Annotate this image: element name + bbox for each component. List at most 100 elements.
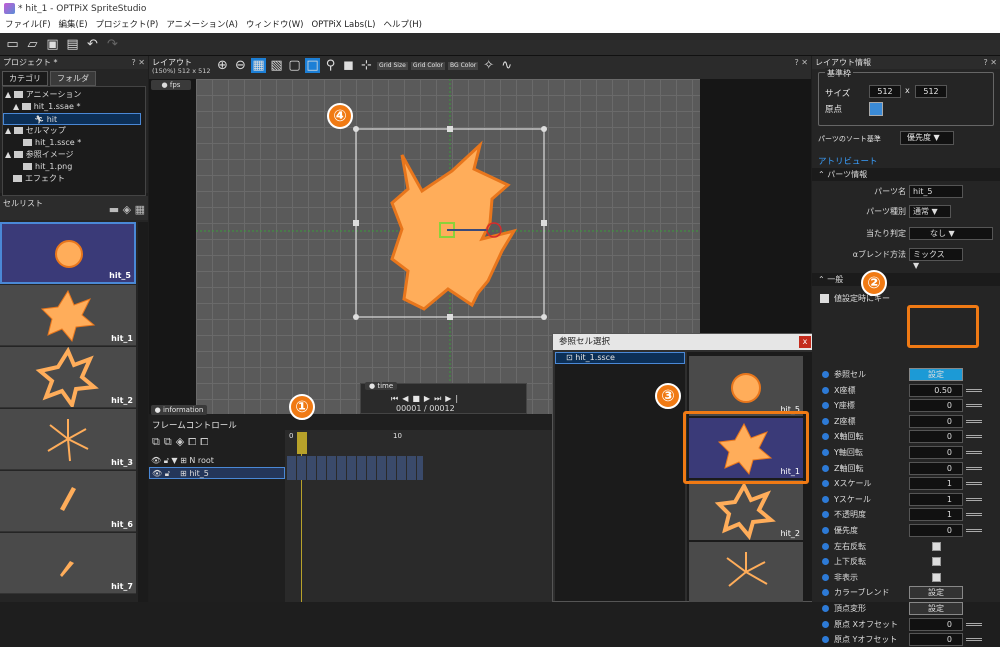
menu-edit[interactable]: 編集(E) [59, 18, 88, 33]
key-dot-icon[interactable] [822, 620, 829, 628]
close-icon[interactable]: x [799, 336, 811, 348]
parts-info-section[interactable]: ⌃ パーツ情報 [812, 168, 1000, 181]
cell-item[interactable]: hit_2 [0, 346, 136, 410]
size-height-input[interactable]: 512 [915, 85, 947, 98]
tab-category[interactable]: カテゴリ [2, 71, 48, 86]
key-dot-icon[interactable] [822, 511, 829, 519]
undo-icon[interactable]: ↶ [85, 37, 100, 52]
frame-icon[interactable]: ▢ [287, 58, 302, 73]
key-dot-icon[interactable] [822, 449, 829, 456]
bg-color-button[interactable]: BG Color [448, 61, 479, 70]
menu-help[interactable]: ヘルプ(H) [383, 18, 422, 33]
origin-icon[interactable]: ⊹ [359, 58, 374, 73]
wave-icon[interactable]: ∿ [499, 58, 514, 73]
curve-icon[interactable] [966, 513, 982, 517]
prop-value-input[interactable]: 0.50 [909, 383, 963, 397]
key-dot-icon[interactable] [822, 371, 829, 378]
tree-node[interactable]: ▲ アニメーション [3, 89, 145, 101]
playback-controls[interactable]: ⏮◀■▶⏭▶| [391, 394, 462, 404]
key-dot-icon[interactable] [822, 417, 829, 425]
tree-node[interactable]: hit_1.ssce * [3, 137, 145, 149]
menu-project[interactable]: プロジェクト(P) [96, 18, 159, 33]
timeline[interactable]: 0 10 [285, 430, 552, 602]
prop-value-input[interactable]: 0 [909, 633, 963, 647]
curve-icon[interactable] [966, 404, 982, 408]
cell-item[interactable]: hit_7 [0, 533, 136, 594]
zoom-in-icon[interactable]: ⊕ [215, 58, 230, 73]
track-row-root[interactable]: 👁︎ 🔓︎ ▼ ⊞ N root [149, 455, 285, 467]
grid-size-button[interactable]: Grid Size [377, 61, 408, 70]
bg-toggle-icon[interactable]: □ [305, 58, 320, 73]
fps-tab[interactable]: ● fps [151, 80, 191, 90]
prop-value-input[interactable]: 0 [909, 414, 963, 428]
key-dot-icon[interactable] [822, 542, 829, 550]
wand-icon[interactable]: ✧ [481, 58, 496, 73]
save-icon[interactable]: ▣ [45, 37, 60, 52]
reference-icon[interactable]: ◼ [341, 58, 356, 73]
tree-node[interactable]: ▲ 参照イメージ [3, 149, 145, 161]
grid-color-button[interactable]: Grid Color [410, 61, 445, 70]
curve-icon[interactable] [966, 529, 982, 532]
general-section[interactable]: ⌃ 一般 [812, 273, 1000, 286]
prop-value-input[interactable]: 0 [909, 617, 963, 631]
prop-set-button[interactable]: 設定 [909, 586, 963, 600]
key-dot-icon[interactable] [822, 527, 829, 534]
curve-icon[interactable] [966, 482, 982, 486]
sort-select[interactable]: 優先度 ▼ [900, 131, 954, 145]
new-file-icon[interactable]: ▭ [5, 37, 20, 52]
menu-file[interactable]: ファイル(F) [5, 18, 51, 33]
track-row-hit5[interactable]: 👁︎ 🔓︎ ⊞ hit_5 [149, 467, 285, 479]
key-dot-icon[interactable] [822, 464, 829, 472]
tree-node-selected[interactable]: 🏃︎ hit [3, 113, 141, 125]
tree-node[interactable]: ▲ セルマップ [3, 125, 145, 137]
prop-set-button[interactable]: 設定 [909, 602, 963, 615]
prop-set-button[interactable]: 設定 [909, 368, 963, 381]
redo-icon[interactable]: ↷ [105, 37, 120, 52]
curve-icon[interactable] [966, 622, 982, 626]
prop-value-input[interactable]: 0 [909, 446, 963, 459]
information-tab[interactable]: ● information [151, 405, 207, 415]
open-folder-icon[interactable]: ▱ [25, 37, 40, 52]
tree-node[interactable]: ▲ hit_1.ssae * [3, 101, 145, 113]
curve-icon[interactable] [966, 451, 982, 454]
prop-value-input[interactable]: 1 [909, 477, 963, 491]
cell-list-scrollbar[interactable] [138, 222, 148, 602]
curve-icon[interactable] [966, 419, 982, 423]
prop-value-input[interactable]: 1 [909, 508, 963, 522]
dialog-cell[interactable]: hit_5 [689, 356, 803, 416]
key-dot-icon[interactable] [822, 589, 829, 597]
prop-key-on-set[interactable]: 値設定時にキー [812, 291, 1000, 306]
layout-panel-controls[interactable]: ? ✕ [795, 58, 809, 67]
dialog-cell[interactable] [689, 542, 803, 602]
key-dot-icon[interactable] [822, 573, 829, 581]
parts-icon[interactable]: ⚲ [323, 58, 338, 73]
size-width-input[interactable]: 512 [869, 85, 901, 98]
tree-node[interactable]: hit_1.png [3, 161, 145, 173]
tab-folder[interactable]: フォルダ [50, 71, 96, 86]
key-dot-icon[interactable] [822, 433, 829, 441]
curve-icon[interactable] [966, 466, 982, 470]
grid-icon[interactable]: ▦ [251, 58, 266, 73]
prop-value-input[interactable]: 1 [909, 492, 963, 506]
prop-value-input[interactable]: 0 [909, 461, 963, 475]
origin-grid-icon[interactable] [869, 102, 883, 116]
key-dot-icon[interactable] [822, 558, 829, 566]
tree-node[interactable]: エフェクト [3, 173, 145, 185]
prop-checkbox[interactable] [932, 572, 941, 582]
key-dot-icon[interactable] [822, 495, 829, 503]
key-dot-icon[interactable] [822, 402, 829, 410]
menu-animation[interactable]: アニメーション(A) [166, 18, 238, 33]
cell-item[interactable]: hit_3 [0, 409, 136, 470]
key-dot-icon[interactable] [822, 480, 829, 488]
cell-item[interactable]: hit_1 [0, 285, 136, 346]
prop-value-input[interactable]: 0 [909, 430, 963, 444]
pixel-grid-icon[interactable]: ▧ [269, 58, 284, 73]
prop-checkbox[interactable] [932, 557, 941, 567]
prop-value-input[interactable]: 0 [909, 524, 963, 537]
checkbox-icon[interactable] [820, 294, 829, 303]
zoom-out-icon[interactable]: ⊖ [233, 58, 248, 73]
cellmap-item[interactable]: ⊡ hit_1.ssce [555, 352, 685, 364]
key-dot-icon[interactable] [822, 636, 829, 644]
curve-icon[interactable] [966, 638, 982, 642]
prop-value-input[interactable]: 0 [909, 399, 963, 413]
